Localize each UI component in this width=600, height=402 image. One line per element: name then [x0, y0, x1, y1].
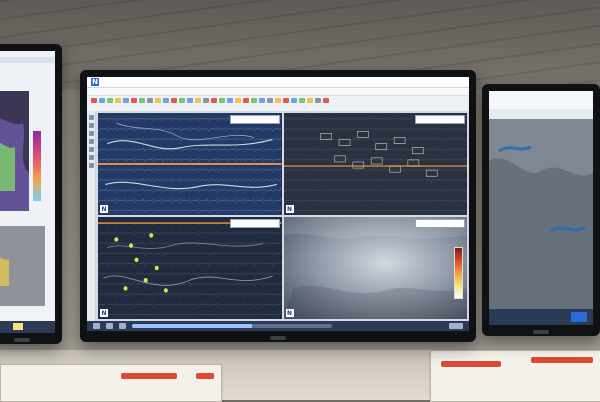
- toolbar-icon[interactable]: [243, 98, 249, 103]
- toolbar-icon[interactable]: [195, 98, 201, 103]
- toolbar-icon[interactable]: [163, 98, 169, 103]
- map-north-icon: N: [100, 205, 108, 213]
- toolbar-icon[interactable]: [291, 98, 297, 103]
- monitor-brand-mark: [270, 336, 286, 340]
- map-time-label: [415, 115, 465, 124]
- toolbar-icon[interactable]: [227, 98, 233, 103]
- map-time-label: [229, 115, 280, 124]
- toolbar-icon[interactable]: [147, 98, 153, 103]
- taskbar-clock: [449, 323, 463, 329]
- status-button-icon[interactable]: [93, 323, 100, 329]
- map-north-icon: N: [100, 309, 108, 317]
- status-button-icon[interactable]: [119, 323, 126, 329]
- toolbar-icon[interactable]: [307, 98, 313, 103]
- map-grid: N N N N: [96, 111, 469, 321]
- toolbar-icon[interactable]: [275, 98, 281, 103]
- left-monitor: [0, 44, 62, 344]
- tool-icon[interactable]: [88, 163, 94, 168]
- map-time-label: [229, 219, 280, 228]
- center-monitor: N N N N N: [80, 70, 476, 342]
- logo-n-icon: N: [91, 78, 99, 86]
- tool-icon[interactable]: [88, 147, 94, 152]
- right-monitor-screen: [489, 91, 593, 325]
- toolbar-icon[interactable]: [131, 98, 137, 103]
- map-layer: [283, 217, 467, 319]
- control-panel-card-left: [0, 364, 222, 402]
- map-layer: [98, 217, 282, 319]
- tool-icon[interactable]: [88, 139, 94, 144]
- toolbar-icon[interactable]: [259, 98, 265, 103]
- toolbar-icon[interactable]: [179, 98, 185, 103]
- left-map: [0, 51, 55, 333]
- tool-icon[interactable]: [88, 131, 94, 136]
- warning-stripe: [121, 373, 177, 379]
- tool-icon[interactable]: [88, 155, 94, 160]
- toolbar-icon[interactable]: [203, 98, 209, 103]
- progress-track: [132, 324, 332, 328]
- toolbar-icon[interactable]: [171, 98, 177, 103]
- toolbar-icon[interactable]: [315, 98, 321, 103]
- toolbar-icon[interactable]: [323, 98, 329, 103]
- tool-icon[interactable]: [88, 115, 94, 120]
- left-toolstrip: [87, 111, 96, 321]
- toolbar-icon[interactable]: [283, 98, 289, 103]
- map-colorbar: [454, 247, 463, 299]
- map-time-label: [415, 219, 465, 228]
- toolbar-icon[interactable]: [187, 98, 193, 103]
- toolbar-icon[interactable]: [139, 98, 145, 103]
- warning-stripe: [531, 357, 593, 363]
- status-button-icon[interactable]: [106, 323, 113, 329]
- map-layer: [283, 113, 467, 215]
- tool-icon[interactable]: [88, 123, 94, 128]
- toolbar-icon[interactable]: [251, 98, 257, 103]
- map-north-icon: N: [285, 309, 294, 317]
- right-monitor: [482, 84, 600, 336]
- toolbar-icon[interactable]: [91, 98, 97, 103]
- map-panel-top-right[interactable]: N: [283, 113, 467, 215]
- map-layer: [98, 113, 282, 215]
- warning-stripe: [441, 361, 501, 367]
- toolbar-icon[interactable]: [99, 98, 105, 103]
- warning-stripe: [196, 373, 214, 379]
- control-panel-card-right: [430, 350, 600, 402]
- app-titlebar: N: [87, 77, 469, 88]
- map-panel-bottom-left[interactable]: N: [98, 217, 282, 319]
- map-north-icon: N: [285, 205, 294, 213]
- left-monitor-screen: [0, 51, 55, 333]
- app-workspace: N N N N: [87, 111, 469, 321]
- right-map: [489, 91, 593, 325]
- menu-bar: [87, 88, 469, 96]
- map-panel-top-left[interactable]: N: [98, 113, 282, 215]
- toolbar-icon[interactable]: [123, 98, 129, 103]
- toolbar-icon[interactable]: [211, 98, 217, 103]
- toolbar-icon[interactable]: [235, 98, 241, 103]
- progress-fill: [132, 324, 252, 328]
- toolbar-icon[interactable]: [155, 98, 161, 103]
- monitor-brand-mark: [533, 330, 549, 334]
- status-bar: [87, 321, 469, 331]
- toolbar-icon[interactable]: [107, 98, 113, 103]
- toolbar-icon[interactable]: [219, 98, 225, 103]
- map-panel-bottom-right[interactable]: N: [283, 217, 467, 319]
- monitor-brand-mark: [14, 338, 30, 342]
- toolbar-icon[interactable]: [267, 98, 273, 103]
- center-monitor-screen: N N N N N: [87, 77, 469, 331]
- toolbar-icon[interactable]: [299, 98, 305, 103]
- toolbar-icon[interactable]: [115, 98, 121, 103]
